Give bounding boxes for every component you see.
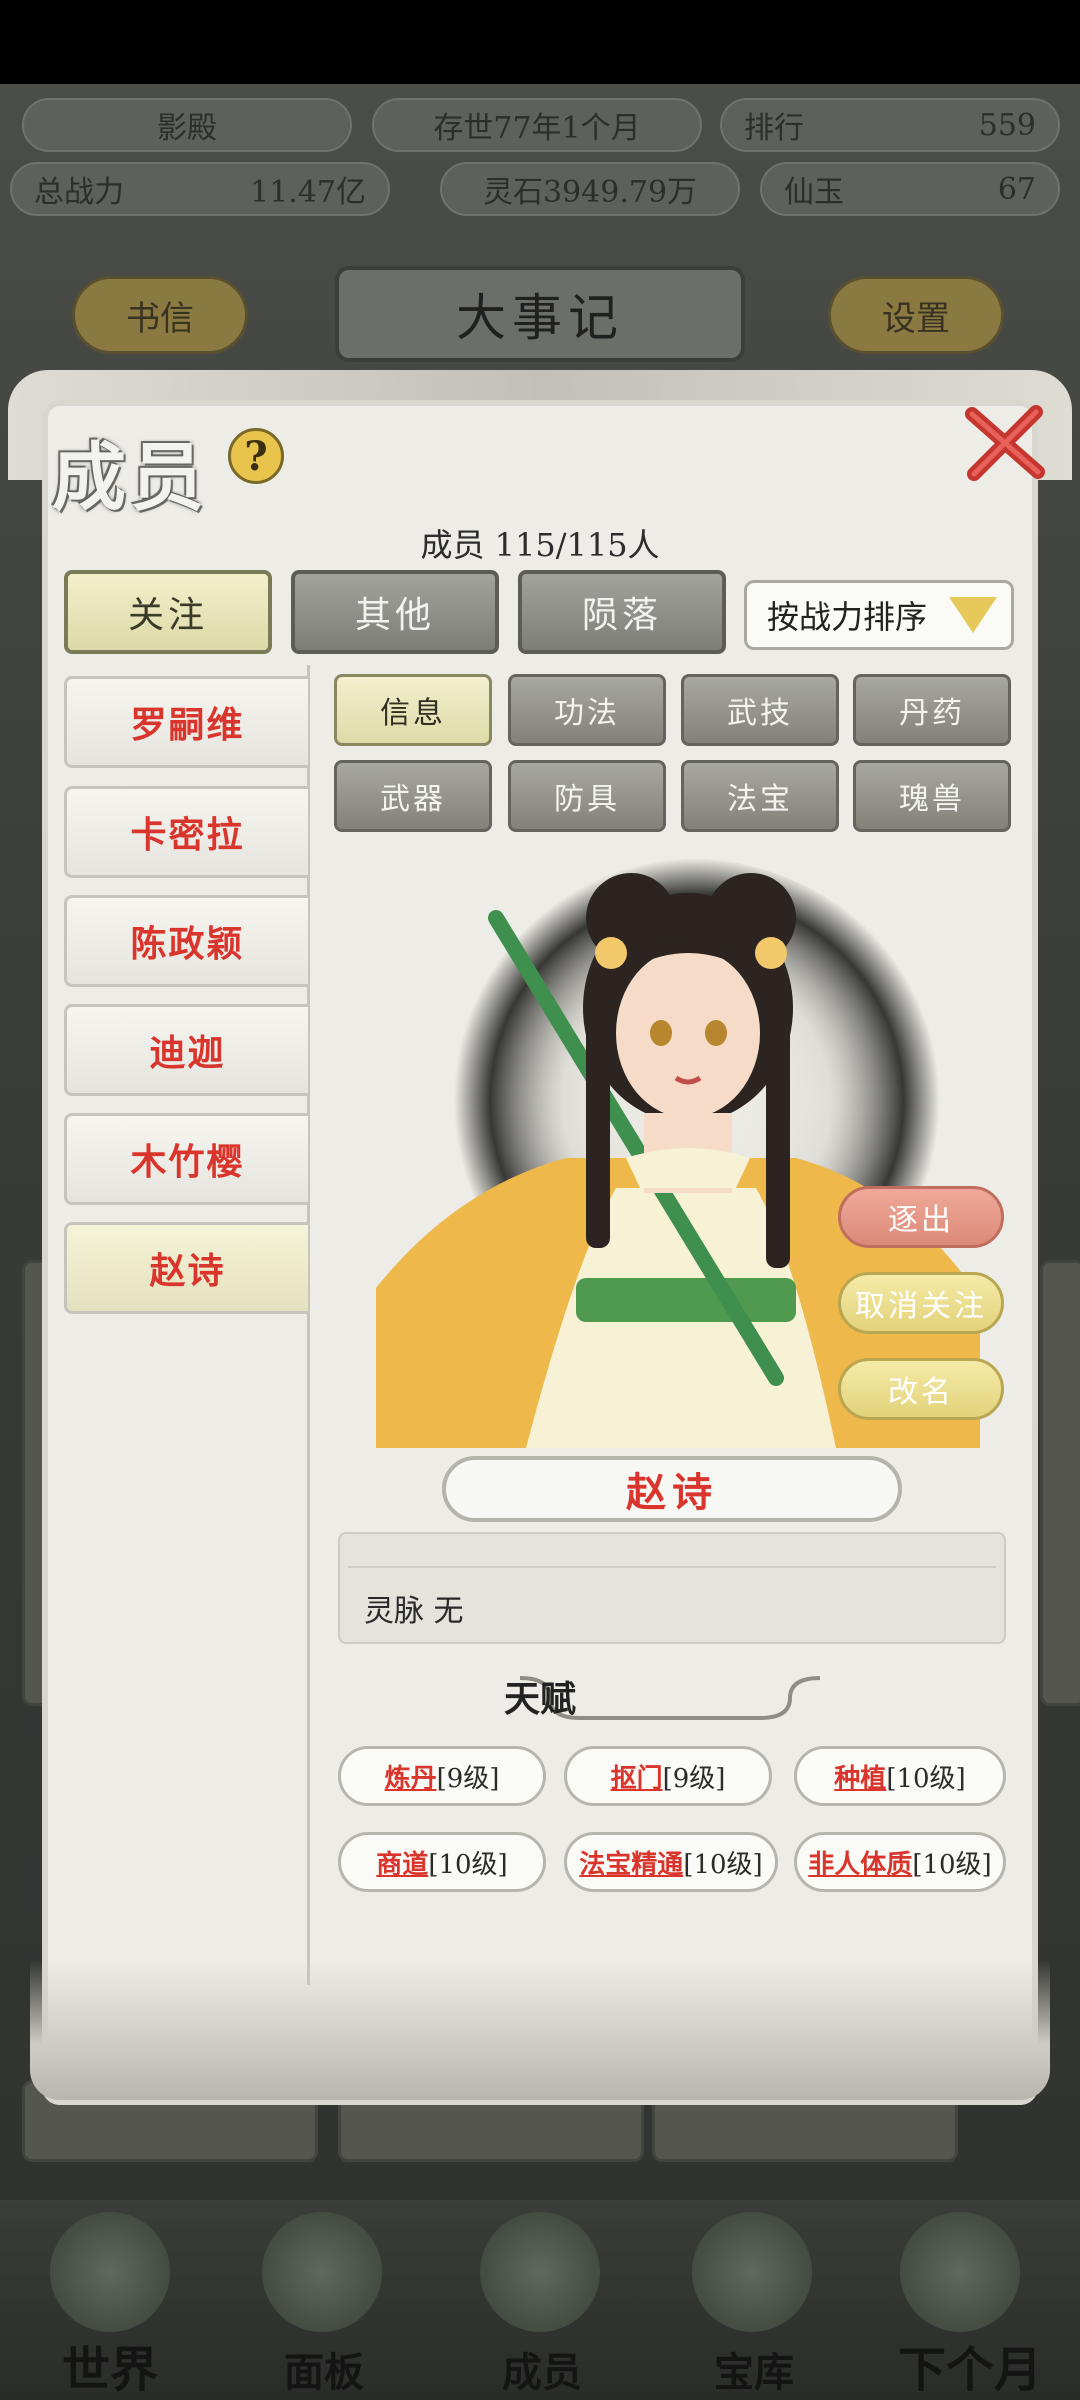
talent-chip[interactable]: 商道 [10级] bbox=[338, 1832, 546, 1892]
nav-panel[interactable]: 面板 bbox=[224, 2340, 424, 2398]
power-label: 总战力 bbox=[34, 175, 124, 210]
talent-name: 种植 bbox=[834, 1763, 887, 1794]
talent-chip[interactable]: 非人体质 [10级] bbox=[794, 1832, 1006, 1892]
talent-name: 法宝精通 bbox=[579, 1849, 684, 1880]
spirit-stone-value: 灵石3949.79万 bbox=[482, 175, 698, 210]
selected-member-name: 赵诗 bbox=[442, 1456, 902, 1522]
treasury-icon[interactable] bbox=[692, 2212, 812, 2332]
subtab-pills[interactable]: 丹药 bbox=[853, 674, 1011, 746]
jade-label: 仙玉 bbox=[784, 175, 844, 210]
subtab-armor[interactable]: 防具 bbox=[508, 760, 666, 832]
talent-title: 天赋 bbox=[503, 1678, 576, 1720]
talent-level: [10级] bbox=[428, 1849, 508, 1880]
panel-icon[interactable] bbox=[262, 2212, 382, 2332]
tab-fallen[interactable]: 陨落 bbox=[518, 570, 726, 654]
spirit-vein-text: 灵脉 无 bbox=[364, 1594, 464, 1629]
info-row-divider bbox=[348, 1540, 996, 1568]
sort-label: 按战力排序 bbox=[767, 598, 928, 636]
talent-name: 商道 bbox=[376, 1849, 429, 1880]
jade-pill[interactable]: 仙玉 67 bbox=[760, 162, 1060, 216]
talent-level: [10级] bbox=[683, 1849, 763, 1880]
chronicle-title[interactable]: 大事记 bbox=[335, 266, 745, 362]
nav-next-month[interactable]: 下个月 bbox=[870, 2330, 1070, 2400]
existence-text: 存世77年1个月 bbox=[433, 111, 641, 146]
bg-card-right bbox=[1040, 1260, 1080, 1706]
subtab-skills[interactable]: 功法 bbox=[508, 674, 666, 746]
rank-value: 559 bbox=[978, 107, 1036, 143]
sect-name-pill: 影殿 bbox=[22, 98, 352, 152]
member-item[interactable]: 迪迦 bbox=[64, 1004, 308, 1096]
talent-level: [9级] bbox=[436, 1763, 500, 1794]
next-month-icon[interactable] bbox=[900, 2212, 1020, 2332]
unfollow-button[interactable]: 取消关注 bbox=[838, 1272, 1004, 1334]
talent-chip[interactable]: 法宝精通 [10级] bbox=[564, 1832, 778, 1892]
member-item[interactable]: 卡密拉 bbox=[64, 786, 308, 878]
subtab-weapon[interactable]: 武器 bbox=[334, 760, 492, 832]
talent-level: [10级] bbox=[912, 1849, 992, 1880]
member-item-selected[interactable]: 赵诗 bbox=[64, 1222, 308, 1314]
status-bar bbox=[0, 0, 1080, 84]
member-item[interactable]: 罗嗣维 bbox=[64, 676, 308, 768]
talent-name: 非人体质 bbox=[808, 1849, 913, 1880]
jade-value: 67 bbox=[997, 171, 1036, 207]
dialog-title: 成员 bbox=[52, 435, 208, 521]
existence-pill: 存世77年1个月 bbox=[372, 98, 702, 152]
talent-level: [10级] bbox=[886, 1763, 966, 1794]
subtab-info[interactable]: 信息 bbox=[334, 674, 492, 746]
talent-chip[interactable]: 炼丹 [9级] bbox=[338, 1746, 546, 1806]
letters-button[interactable]: 书信 bbox=[72, 276, 248, 354]
talent-chip[interactable]: 抠门 [9级] bbox=[564, 1746, 772, 1806]
talent-chip[interactable]: 种植 [10级] bbox=[794, 1746, 1006, 1806]
talent-level: [9级] bbox=[662, 1763, 726, 1794]
power-pill: 总战力 11.47亿 bbox=[10, 162, 390, 216]
member-item[interactable]: 木竹樱 bbox=[64, 1113, 308, 1205]
nav-world[interactable]: 世界 bbox=[10, 2330, 210, 2400]
member-icon[interactable] bbox=[480, 2212, 600, 2332]
member-count: 成员 115/115人 bbox=[420, 526, 660, 564]
tab-following[interactable]: 关注 bbox=[64, 570, 272, 654]
subtab-martial[interactable]: 武技 bbox=[681, 674, 839, 746]
spirit-stone-pill: 灵石3949.79万 bbox=[440, 162, 740, 216]
subtab-treasure[interactable]: 法宝 bbox=[681, 760, 839, 832]
close-icon[interactable] bbox=[960, 398, 1050, 488]
rank-label: 排行 bbox=[744, 111, 804, 146]
dialog-bottom-ornament bbox=[30, 1960, 1050, 2100]
power-value: 11.47亿 bbox=[250, 175, 366, 210]
world-icon[interactable] bbox=[50, 2212, 170, 2332]
tab-other[interactable]: 其他 bbox=[291, 570, 499, 654]
talent-name: 炼丹 bbox=[384, 1763, 437, 1794]
sect-name: 影殿 bbox=[157, 111, 217, 146]
rank-pill[interactable]: 排行 559 bbox=[720, 98, 1060, 152]
rename-button[interactable]: 改名 bbox=[838, 1358, 1004, 1420]
settings-button[interactable]: 设置 bbox=[828, 276, 1004, 354]
nav-members[interactable]: 成员 bbox=[442, 2340, 642, 2398]
help-icon[interactable]: ? bbox=[228, 428, 284, 484]
sort-select[interactable]: 按战力排序 bbox=[744, 580, 1014, 650]
expel-button[interactable]: 逐出 bbox=[838, 1186, 1004, 1248]
nav-treasury[interactable]: 宝库 bbox=[654, 2340, 854, 2398]
member-item[interactable]: 陈政颖 bbox=[64, 895, 308, 987]
subtab-beast[interactable]: 瑰兽 bbox=[853, 760, 1011, 832]
chevron-down-icon bbox=[949, 597, 997, 633]
talent-name: 抠门 bbox=[610, 1763, 663, 1794]
